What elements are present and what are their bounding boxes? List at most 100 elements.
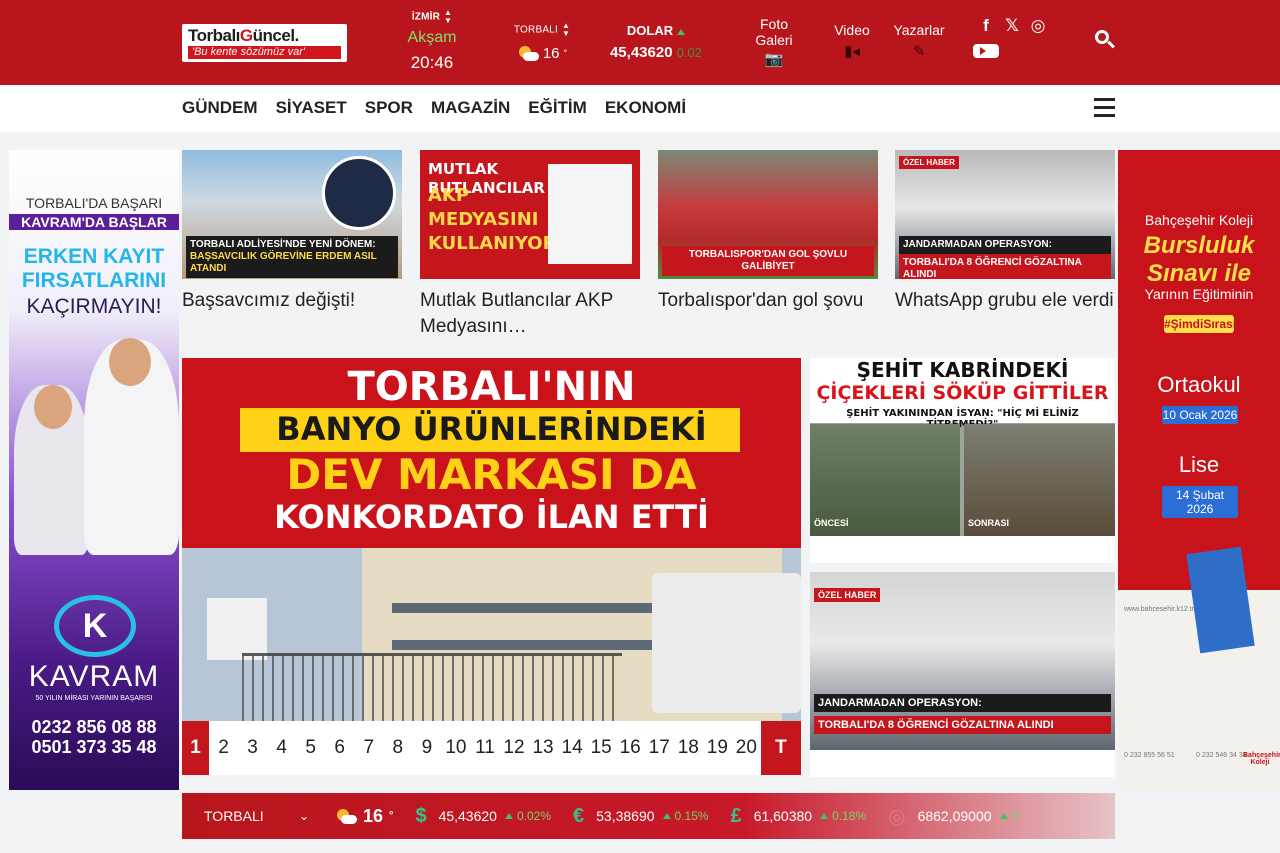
ozel-haber-badge: ÖZEL HABER <box>814 588 881 602</box>
currency-widget[interactable]: DOLAR 45,43620 0.02 <box>596 23 716 61</box>
side-news-card[interactable]: ŞEHİT KABRİNDEKİ ÇİÇEKLERİ SÖKÜP GİTTİLE… <box>810 358 1115 563</box>
news-card[interactable]: TORBALISPOR'DAN GOL ŞOVLU GALİBİYET Torb… <box>658 150 878 314</box>
slider-all-button[interactable]: T <box>760 721 801 775</box>
newspaper-image <box>548 164 632 264</box>
news-image: TORBALISPOR'DAN GOL ŞOVLU GALİBİYET <box>658 150 878 279</box>
slider-page-button[interactable]: 1 <box>182 721 209 775</box>
nav-item-spor[interactable]: SPOR <box>365 98 413 118</box>
nav-foto-galeri[interactable]: Foto Galeri 📷 <box>748 16 800 68</box>
site-logo[interactable]: TorbalıGüncel. 'Bu kente sözümüz var' <box>182 24 347 62</box>
news-card[interactable]: ÖZEL HABER JANDARMADAN OPERASYON: TORBAL… <box>895 150 1115 314</box>
slider-page-button[interactable]: 10 <box>441 721 470 775</box>
slider-pagination: 1 2 3 4 5 6 7 8 9 10 11 12 13 14 15 16 1… <box>182 721 801 775</box>
slider-page-button[interactable]: 14 <box>558 721 587 775</box>
camera-icon: 📷 <box>764 51 784 68</box>
logo-slogan: 'Bu kente sözümüz var' <box>188 46 341 59</box>
news-image: ÖZEL HABER JANDARMADAN OPERASYON: TORBAL… <box>810 572 1115 750</box>
instagram-icon[interactable]: ◎ <box>1025 16 1051 36</box>
slider-page-button[interactable]: 8 <box>383 721 412 775</box>
dollar-icon: $ <box>415 804 427 827</box>
bottom-ticker: TORBALI ⌄ 16 ° $45,43620 0.02% €53,38690 0.… <box>182 793 1115 839</box>
euro-icon: € <box>573 804 585 827</box>
facebook-icon[interactable]: f <box>973 16 999 36</box>
slider-headline-1: TORBALI'NIN <box>347 364 636 410</box>
truck-image <box>652 573 801 713</box>
left-banner-ad[interactable]: TORBALI'DA BAŞARI KAVRAM'DA BAŞLAR ERKEN… <box>9 150 179 790</box>
news-title: Mutlak Butlancılar AKP Medyasını… <box>420 290 613 337</box>
pen-icon: ✎ <box>912 43 926 60</box>
partly-cloudy-icon <box>517 44 539 62</box>
category-nav: GÜNDEM SİYASET SPOR MAGAZİN EĞİTİM EKONO… <box>0 85 1280 132</box>
slider-page-button[interactable]: 5 <box>296 721 325 775</box>
pound-icon: £ <box>730 804 742 827</box>
slider-headline-4: KONKORDATO İLAN ETTİ <box>274 498 709 536</box>
ad-phone-2: 0501 373 35 48 <box>31 737 157 757</box>
truck-image <box>207 598 267 660</box>
slider-page-button[interactable]: 6 <box>325 721 354 775</box>
nav-yazarlar[interactable]: Yazarlar ✎ <box>890 22 948 60</box>
news-image: MUTLAK BUTLANCILAR AKP MEDYASINI KULLANI… <box>420 150 640 279</box>
news-title: Başsavcımız değişti! <box>182 290 356 311</box>
news-image: ŞEHİT KABRİNDEKİ ÇİÇEKLERİ SÖKÜP GİTTİLE… <box>810 358 1115 536</box>
right-banner-ad[interactable]: Bahçeşehir Koleji Bursluluk Sınavı ile Y… <box>1118 150 1280 790</box>
slider-page-button[interactable]: 11 <box>470 721 499 775</box>
youtube-icon[interactable] <box>973 44 999 71</box>
slider-page-button[interactable]: 16 <box>616 721 645 775</box>
slider-page-button[interactable]: 19 <box>703 721 732 775</box>
nav-item-egitim[interactable]: EĞİTİM <box>528 98 587 118</box>
ticker-gold: ◎ 6862,09000 0 <box>888 805 1019 828</box>
slider-page-button[interactable]: 17 <box>645 721 674 775</box>
news-title: Torbalıspor'dan gol şovu <box>658 290 864 311</box>
nav-item-magazin[interactable]: MAGAZİN <box>431 98 510 118</box>
nav-item-siyaset[interactable]: SİYASET <box>276 98 347 118</box>
slider-page-button[interactable]: 7 <box>354 721 383 775</box>
slider-page-button[interactable]: 3 <box>238 721 267 775</box>
search-icon[interactable] <box>1095 30 1115 50</box>
ticker-usd: $45,43620 0.02% <box>415 804 551 827</box>
top-header: TorbalıGüncel. 'Bu kente sözümüz var' İZ… <box>0 0 1280 85</box>
kavram-logo: K <box>54 595 136 657</box>
headline-slider[interactable]: TORBALI'NIN BANYO ÜRÜNLERİNDEKİ DEV MARK… <box>182 358 801 721</box>
news-card[interactable]: TORBALI ADLİYESİ'NDE YENİ DÖNEM: BAŞSAVCI… <box>182 150 402 314</box>
video-camera-icon: ▮◂ <box>844 43 860 60</box>
slider-page-button[interactable]: 12 <box>499 721 528 775</box>
ticker-eur: €53,38690 0.15% <box>573 804 709 827</box>
news-image: ÖZEL HABER JANDARMADAN OPERASYON: TORBAL… <box>895 150 1115 279</box>
nav-video[interactable]: Video ▮◂ <box>826 22 878 60</box>
nav-item-gundem[interactable]: GÜNDEM <box>182 98 258 118</box>
side-news-card[interactable]: ÖZEL HABER JANDARMADAN OPERASYON: TORBAL… <box>810 572 1115 777</box>
up-down-chevron-icon: ▲ ▼ <box>444 8 453 25</box>
prayer-time: 20:46 <box>410 53 454 72</box>
news-image: TORBALI ADLİYESİ'NDE YENİ DÖNEM: BAŞSAVCI… <box>182 150 402 279</box>
up-down-chevron-icon: ▲ ▼ <box>561 21 571 38</box>
partly-cloudy-icon <box>335 807 357 825</box>
bahcesehir-logo: Bahçeşehir Koleji <box>1243 752 1280 766</box>
slider-headline-2: BANYO ÜRÜNLERİNDEKİ <box>276 410 707 448</box>
slider-headline-3: DEV MARKASI DA <box>286 450 697 499</box>
slider-page-button[interactable]: 13 <box>529 721 558 775</box>
gold-coins-icon: ◎ <box>888 805 906 828</box>
weather-widget[interactable]: TORBALI ▲ ▼ 16 ° <box>508 22 576 62</box>
up-arrow-icon <box>677 28 686 35</box>
slider-page-button[interactable]: 15 <box>587 721 616 775</box>
weather-temp: 16 <box>542 44 560 62</box>
slider-page-button[interactable]: 2 <box>209 721 238 775</box>
nav-item-ekonomi[interactable]: EKONOMİ <box>605 98 686 118</box>
slider-page-button[interactable]: 20 <box>732 721 761 775</box>
social-links: f 𝕏 ◎ <box>973 16 1053 79</box>
ticker-city-select[interactable]: TORBALI <box>204 808 299 824</box>
prayer-name: Akşam <box>407 29 457 46</box>
slider-page-button[interactable]: 4 <box>267 721 296 775</box>
prayer-time-widget[interactable]: İZMİR ▲ ▼ Akşam 20:46 <box>398 9 466 73</box>
chevron-down-icon[interactable]: ⌄ <box>299 809 319 823</box>
slider-page-button[interactable]: 18 <box>674 721 703 775</box>
hamburger-menu-icon[interactable] <box>1094 98 1115 122</box>
x-twitter-icon[interactable]: 𝕏 <box>999 16 1025 36</box>
ticker-gbp: £61,60380 0.18% <box>730 804 867 827</box>
news-card[interactable]: MUTLAK BUTLANCILAR AKP MEDYASINI KULLANI… <box>420 150 640 340</box>
dolar-value: 45,43620 <box>609 44 673 61</box>
news-title: WhatsApp grubu ele verdi <box>895 290 1114 311</box>
slider-page-button[interactable]: 9 <box>412 721 441 775</box>
ad-phone-1: 0232 856 08 88 <box>31 717 157 737</box>
ozel-haber-badge: ÖZEL HABER <box>899 156 959 169</box>
